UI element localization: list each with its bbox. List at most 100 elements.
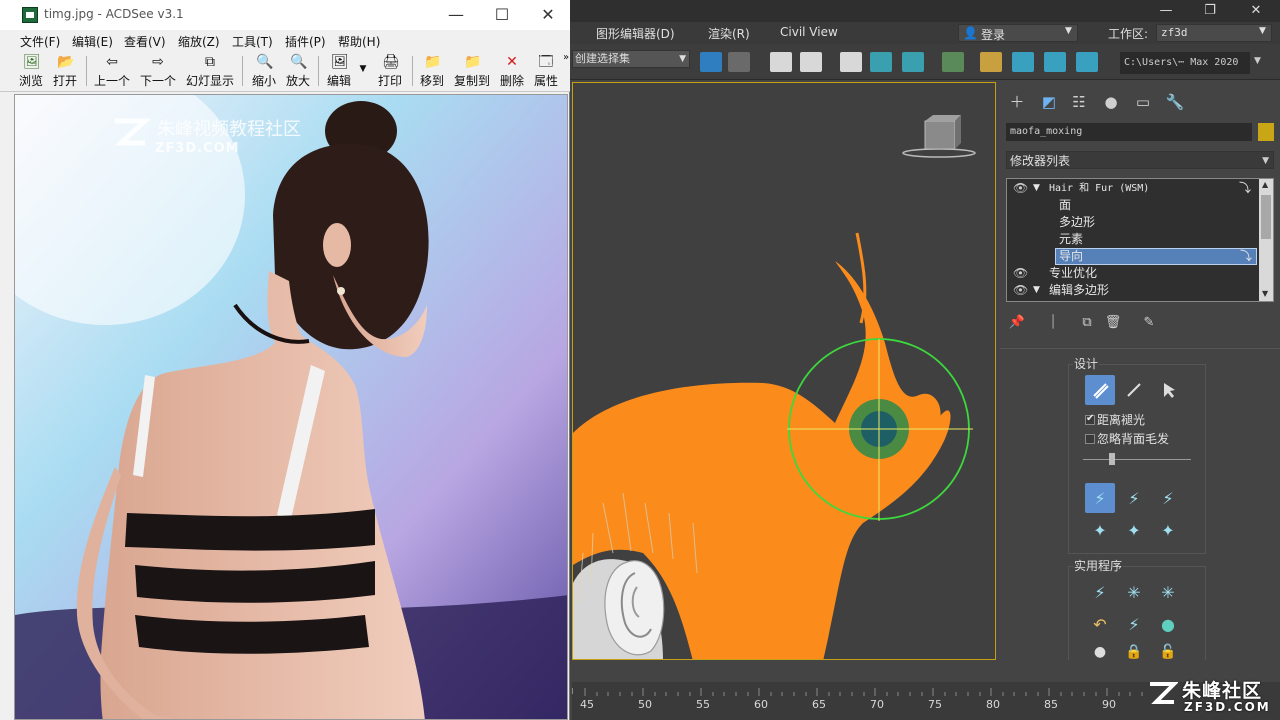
show-end-result-icon[interactable]: ⏐ — [1042, 312, 1064, 334]
translate-hair-icon[interactable]: ⚡ — [1085, 483, 1115, 513]
menu-civil-view[interactable]: Civil View — [780, 25, 838, 39]
viewcube-icon[interactable] — [902, 115, 976, 158]
delete-button[interactable]: ✕ 删除 — [496, 52, 528, 90]
menu-rendering[interactable]: 渲染(R) — [708, 25, 750, 42]
print-button[interactable]: 🖨 打印 — [374, 52, 406, 90]
stack-subitem-face[interactable]: 面 — [1007, 197, 1257, 214]
close-icon[interactable]: ✕ — [1242, 2, 1270, 20]
maximize-icon[interactable]: ☐ — [482, 4, 522, 26]
scroll-up-icon[interactable]: ▲ — [1262, 180, 1268, 189]
toggle-ribbon-icon[interactable] — [840, 52, 862, 72]
workspace-dropdown[interactable]: zf3d ▼ — [1156, 24, 1272, 42]
expand-arrow-icon[interactable]: ▼ — [1033, 282, 1040, 299]
stack-subitem-polygon[interactable]: 多边形 — [1007, 214, 1257, 231]
toolbar-overflow-icon[interactable]: » — [562, 52, 570, 90]
unlock-icon[interactable]: 🔒 — [1119, 637, 1149, 667]
mirror-icon[interactable] — [700, 52, 722, 72]
curve-editor-icon[interactable] — [870, 52, 892, 72]
pop-selected-icon[interactable]: ✳ — [1119, 577, 1149, 607]
menu-tools[interactable]: 工具(T) — [232, 33, 273, 50]
expand-arrow-icon[interactable]: ▼ — [1033, 180, 1040, 197]
edit-dropdown-arrow[interactable]: ▼ — [356, 52, 370, 90]
modifier-stack[interactable]: 👁 ▼ Hair 和 Fur (WSM) ⤵ 面 多边形 元素 导向 ⤵ 👁 专… — [1006, 178, 1274, 302]
toggle-collisions-icon[interactable]: ● — [1153, 609, 1183, 639]
acdsee-titlebar[interactable]: timg.jpg - ACDSee v3.1 — ☐ ✕ — [0, 0, 570, 30]
stand-hair-icon[interactable]: ⚡ — [1119, 483, 1149, 513]
menu-file[interactable]: 文件(F) — [20, 33, 60, 50]
menu-zoom[interactable]: 缩放(Z) — [178, 33, 220, 50]
properties-button[interactable]: 🗔 属性 — [530, 52, 562, 90]
scroll-down-icon[interactable]: ▼ — [1262, 289, 1268, 298]
undo-icon[interactable]: 🔓 — [1153, 637, 1183, 667]
clump-icon[interactable]: ✦ — [1085, 515, 1115, 545]
configure-sets-icon[interactable]: ✎ — [1138, 312, 1160, 334]
stack-item-pro-optimizer[interactable]: 👁 专业优化 — [1007, 265, 1257, 282]
rendered-frame-icon[interactable] — [1012, 52, 1034, 72]
acdsee-app-icon[interactable] — [22, 7, 38, 23]
eye-icon[interactable]: 👁 — [1013, 180, 1028, 197]
restore-icon[interactable]: ❐ — [1196, 2, 1224, 20]
schematic-view-icon[interactable] — [942, 52, 964, 72]
lock-icon[interactable]: ● — [1085, 637, 1115, 667]
create-tab-icon[interactable]: ＋ — [1006, 92, 1028, 112]
photo-viewer[interactable]: 朱峰视频教程社区 ZF3D.COM — [14, 94, 568, 720]
menu-plugins[interactable]: 插件(P) — [285, 33, 326, 50]
minimize-icon[interactable]: — — [1152, 2, 1180, 20]
stack-item-hair-fur[interactable]: 👁 ▼ Hair 和 Fur (WSM) ⤵ — [1007, 180, 1257, 197]
pin-stack-icon[interactable]: 📌 — [1006, 312, 1028, 334]
scale-hair-icon[interactable]: ✦ — [1153, 515, 1183, 545]
menu-view[interactable]: 查看(V) — [124, 33, 166, 50]
reset-rest-icon[interactable]: ⚡ — [1119, 609, 1149, 639]
chevron-down-icon[interactable]: ▼ — [1254, 56, 1261, 66]
perspective-viewport[interactable] — [572, 82, 996, 660]
motion-tab-icon[interactable]: ● — [1100, 92, 1122, 112]
zoom-in-button[interactable]: 🔍 放大 — [282, 52, 314, 90]
eye-icon[interactable]: 👁 — [1013, 282, 1028, 299]
zoom-out-button[interactable]: 🔍 缩小 — [248, 52, 280, 90]
rotate-hair-icon[interactable]: ✦ — [1119, 515, 1149, 545]
pop-zero-icon[interactable]: ✳ — [1153, 577, 1183, 607]
align-icon[interactable] — [728, 52, 750, 72]
modify-tab-icon[interactable]: ◩ — [1038, 92, 1060, 112]
previous-button[interactable]: ⇦ 上一个 — [92, 52, 132, 90]
render-setup-icon[interactable] — [980, 52, 1002, 72]
copy-to-button[interactable]: 📁 复制到 — [452, 52, 492, 90]
recomb-icon[interactable]: ↶ — [1085, 609, 1115, 639]
minimize-icon[interactable]: — — [436, 4, 476, 26]
display-tab-icon[interactable]: ▭ — [1132, 92, 1154, 112]
menu-edit[interactable]: 编辑(E) — [72, 33, 113, 50]
hair-brush-icon[interactable] — [1085, 375, 1115, 405]
open-button[interactable]: 📂 打开 — [50, 52, 80, 90]
layer-explorer-icon[interactable] — [800, 52, 822, 72]
slideshow-button[interactable]: ⧉ 幻灯显示 — [184, 52, 236, 90]
brush-size-slider-thumb[interactable] — [1109, 453, 1115, 465]
utilities-tab-icon[interactable]: 🔧 — [1164, 92, 1186, 112]
distance-fade-checkbox[interactable]: ✔ — [1085, 413, 1095, 425]
stack-scrollbar[interactable]: ▲ ▼ — [1259, 179, 1273, 301]
close-icon[interactable]: ✕ — [528, 4, 568, 26]
render-production-icon[interactable] — [1044, 52, 1066, 72]
dope-sheet-icon[interactable] — [902, 52, 924, 72]
remove-modifier-icon[interactable]: 🗑 — [1102, 312, 1124, 334]
scroll-thumb[interactable] — [1261, 195, 1271, 239]
attenuate-icon[interactable]: ⚡ — [1085, 577, 1115, 607]
selection-set-dropdown[interactable]: 创建选择集 ▼ — [572, 50, 690, 68]
login-dropdown[interactable]: 👤 登录 ▼ — [958, 24, 1078, 42]
move-to-button[interactable]: 📁 移到 — [416, 52, 448, 90]
stack-subitem-guides[interactable]: 导向 ⤵ — [1055, 248, 1257, 265]
object-name-field[interactable]: maofa_moxing — [1006, 123, 1252, 141]
menu-help[interactable]: 帮助(H) — [338, 33, 380, 50]
scene-explorer-icon[interactable] — [770, 52, 792, 72]
stack-item-edit-poly[interactable]: 👁 ▼ 编辑多边形 — [1007, 282, 1257, 299]
hierarchy-tab-icon[interactable]: ☷ — [1068, 92, 1090, 112]
menu-graph-editors[interactable]: 图形编辑器(D) — [596, 25, 675, 42]
project-path[interactable]: C:\Users\⋯ Max 2020 — [1120, 52, 1250, 74]
make-unique-icon[interactable]: ⧉ — [1076, 312, 1098, 334]
next-button[interactable]: ⇨ 下一个 — [138, 52, 178, 90]
browse-button[interactable]: 🖼 浏览 — [16, 52, 46, 90]
eye-icon[interactable]: 👁 — [1013, 265, 1028, 282]
stack-subitem-element[interactable]: 元素 — [1007, 231, 1257, 248]
ignore-back-hairs-checkbox[interactable] — [1085, 434, 1095, 444]
comb-tool-icon[interactable] — [1119, 375, 1149, 405]
render-iterative-icon[interactable] — [1076, 52, 1098, 72]
